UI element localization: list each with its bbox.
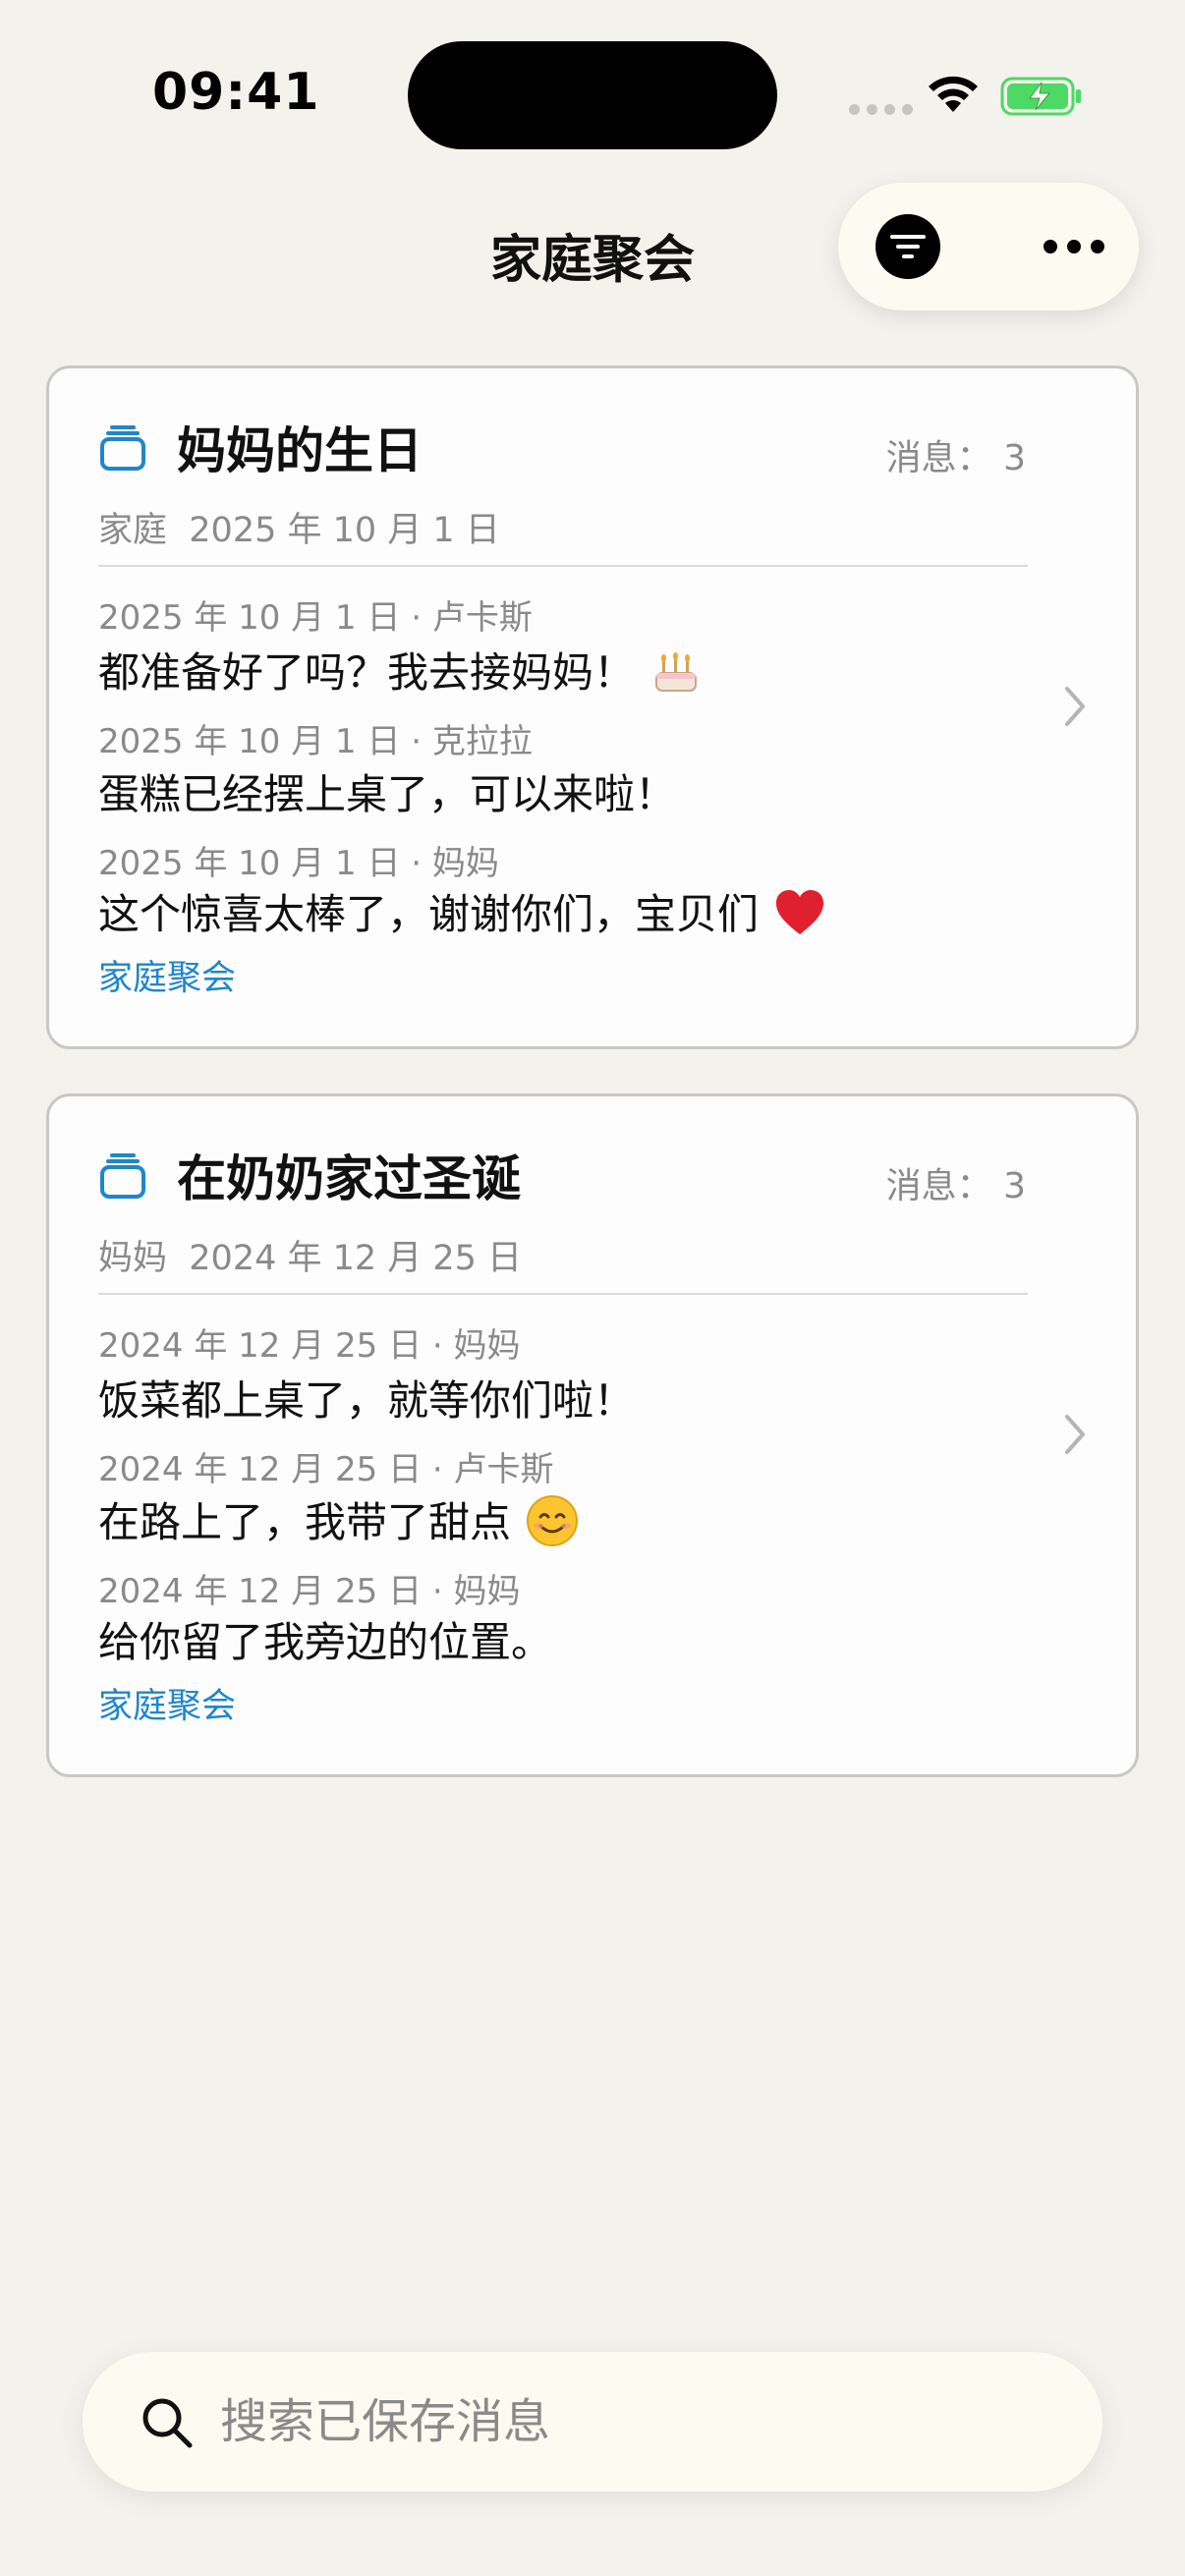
cellular-signal-icon [849,104,913,115]
card-tag[interactable]: 家庭聚会 [98,950,236,1000]
card-title: 妈妈的生日 [177,422,423,479]
card-title: 在奶奶家过圣诞 [177,1150,521,1207]
message-meta: 2025 年 10 月 1 日 · 卢卡斯 [98,598,533,638]
filter-button[interactable] [875,214,940,279]
battery-charging-icon [1000,77,1081,116]
chevron-right-icon [1065,687,1085,726]
card-subtitle: 家庭 2025 年 10 月 1 日 [98,511,500,550]
filter-icon [890,235,926,258]
message-count: 消息： 3 [885,1166,1026,1206]
stack-icon [100,1153,145,1199]
message-text: 饭菜都上桌了，就等你们啦！ [98,1376,636,1425]
conversation-card[interactable]: 妈妈的生日 消息： 3 家庭 2025 年 10 月 1 日 2025 年 10… [46,365,1139,1049]
more-dot-icon [1044,240,1057,253]
card-tag[interactable]: 家庭聚会 [98,1678,236,1728]
message-meta: 2024 年 12 月 25 日 · 卢卡斯 [98,1450,554,1489]
more-dot-icon [1067,240,1081,253]
message-meta: 2024 年 12 月 25 日 · 妈妈 [98,1326,521,1366]
search-input[interactable] [220,2352,1065,2492]
status-time: 09:41 [152,63,320,122]
message-meta: 2025 年 10 月 1 日 · 妈妈 [98,844,499,883]
message-text: 在路上了，我带了甜点 [98,1489,580,1549]
nav-capsule [838,183,1139,310]
more-options-button[interactable] [1035,222,1113,271]
search-icon [142,2398,193,2448]
birthday-cake-icon [655,652,698,692]
stack-icon [100,425,145,471]
screen: 09:41 家庭聚会 妈妈的生日 消息： 3 家庭 2025 年 10 月 1 … [0,0,1185,2576]
message-count: 消息： 3 [885,438,1026,478]
search-bar[interactable] [83,2352,1102,2492]
divider [98,565,1028,567]
message-text: 给你留了我旁边的位置。 [98,1618,553,1666]
chevron-right-icon [1065,1415,1085,1454]
divider [98,1293,1028,1295]
message-meta: 2025 年 10 月 1 日 · 克拉拉 [98,722,533,761]
wifi-icon [929,76,978,112]
red-heart-icon [776,890,824,934]
message-text: 蛋糕已经摆上桌了，可以来啦！ [98,770,677,818]
conversation-card[interactable]: 在奶奶家过圣诞 消息： 3 妈妈 2024 年 12 月 25 日 2024 年… [46,1093,1139,1777]
card-subtitle: 妈妈 2024 年 12 月 25 日 [98,1239,523,1278]
message-meta: 2024 年 12 月 25 日 · 妈妈 [98,1572,521,1611]
more-dot-icon [1091,240,1104,253]
message-text: 这个惊喜太棒了，谢谢你们，宝贝们 [98,881,827,941]
smiling-face-icon [527,1495,579,1546]
message-text: 都准备好了吗？我去接妈妈！ [98,640,704,700]
dynamic-island [408,41,777,149]
